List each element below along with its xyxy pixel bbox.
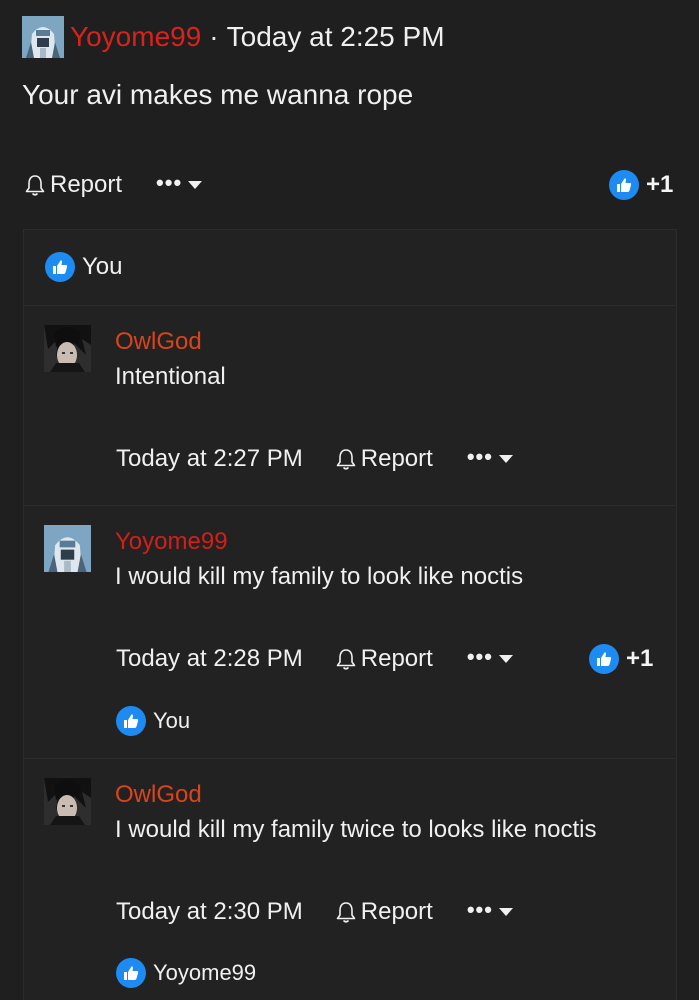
divider [24, 305, 676, 306]
report-label: Report [360, 898, 433, 925]
thumbs-up-icon [589, 644, 619, 674]
report-button[interactable]: Report [24, 171, 122, 199]
like-count: +1 [646, 171, 674, 198]
more-dots: ••• [156, 170, 183, 195]
more-options-button[interactable]: ••• [467, 899, 513, 921]
robot-avatar-icon [44, 525, 91, 572]
bell-icon [336, 449, 356, 470]
more-dots: ••• [466, 897, 493, 922]
report-label: Report [50, 171, 123, 198]
reply-text: I would kill my family to look like noct… [115, 563, 524, 590]
caret-down-icon [498, 908, 513, 916]
reply-likes-row[interactable]: Yoyome99 [116, 958, 256, 988]
robot-avatar-icon [22, 16, 64, 58]
reply-likes-row[interactable]: You [116, 706, 190, 736]
post-header: Yoyome99 · Today at 2:25 PM [22, 16, 445, 58]
post-timestamp[interactable]: Today at 2:25 PM [227, 21, 445, 53]
more-dots: ••• [466, 444, 493, 469]
more-options-button[interactable]: ••• [467, 446, 513, 468]
reply-actions: Today at 2:30 PM Report ••• [116, 898, 513, 926]
report-button[interactable]: Report [335, 898, 433, 926]
replies-panel: You OwlGod Intentional Today at 2:27 PM [23, 229, 677, 1000]
reply-username[interactable]: Yoyome99 [115, 528, 228, 556]
reply-like-badge[interactable]: +1 [589, 644, 653, 674]
thumbs-up-icon [609, 170, 639, 200]
bell-icon [25, 175, 45, 196]
dark-hair-avatar-icon [44, 325, 91, 372]
post-username[interactable]: Yoyome99 [70, 21, 201, 53]
divider [24, 505, 676, 506]
thumbs-up-icon [116, 958, 146, 988]
post-like-badge[interactable]: +1 [609, 170, 673, 200]
separator-dot: · [209, 21, 219, 52]
avatar[interactable] [22, 16, 64, 58]
post-body: Your avi makes me wanna rope [22, 79, 414, 110]
report-label: Report [360, 645, 433, 672]
thumbs-up-icon [45, 252, 75, 282]
caret-down-icon [188, 181, 203, 189]
more-options-button[interactable]: ••• [467, 646, 513, 668]
reply-actions: Today at 2:28 PM Report ••• [116, 645, 513, 673]
avatar[interactable] [44, 778, 91, 825]
divider [24, 758, 676, 759]
report-button[interactable]: Report [335, 645, 433, 673]
dark-hair-avatar-icon [44, 778, 91, 825]
like-count: +1 [626, 645, 654, 672]
page: Yoyome99 · Today at 2:25 PM Your avi mak… [0, 0, 699, 1000]
more-dots: ••• [466, 644, 493, 669]
reply-text: Intentional [115, 363, 226, 390]
avatar[interactable] [44, 325, 91, 372]
post-likes-row[interactable]: You [45, 252, 123, 282]
more-options-button[interactable]: ••• [156, 172, 203, 194]
report-button[interactable]: Report [335, 445, 433, 473]
reply-timestamp[interactable]: Today at 2:28 PM [116, 645, 303, 673]
reply-timestamp[interactable]: Today at 2:30 PM [116, 898, 303, 926]
bell-icon [336, 649, 356, 670]
caret-down-icon [498, 655, 513, 663]
likes-text: Yoyome99 [153, 960, 257, 985]
reply-text: I would kill my family twice to looks li… [115, 816, 597, 843]
report-label: Report [360, 445, 433, 472]
reply-username[interactable]: OwlGod [115, 328, 202, 356]
reply-actions: Today at 2:27 PM Report ••• [116, 445, 513, 473]
reply-username[interactable]: OwlGod [115, 781, 202, 809]
avatar[interactable] [44, 525, 91, 572]
bell-icon [336, 902, 356, 923]
likes-text: You [82, 253, 123, 280]
post-actions: Report ••• [24, 171, 203, 199]
reply-timestamp[interactable]: Today at 2:27 PM [116, 445, 303, 473]
likes-text: You [153, 708, 191, 733]
thumbs-up-icon [116, 706, 146, 736]
caret-down-icon [498, 455, 513, 463]
